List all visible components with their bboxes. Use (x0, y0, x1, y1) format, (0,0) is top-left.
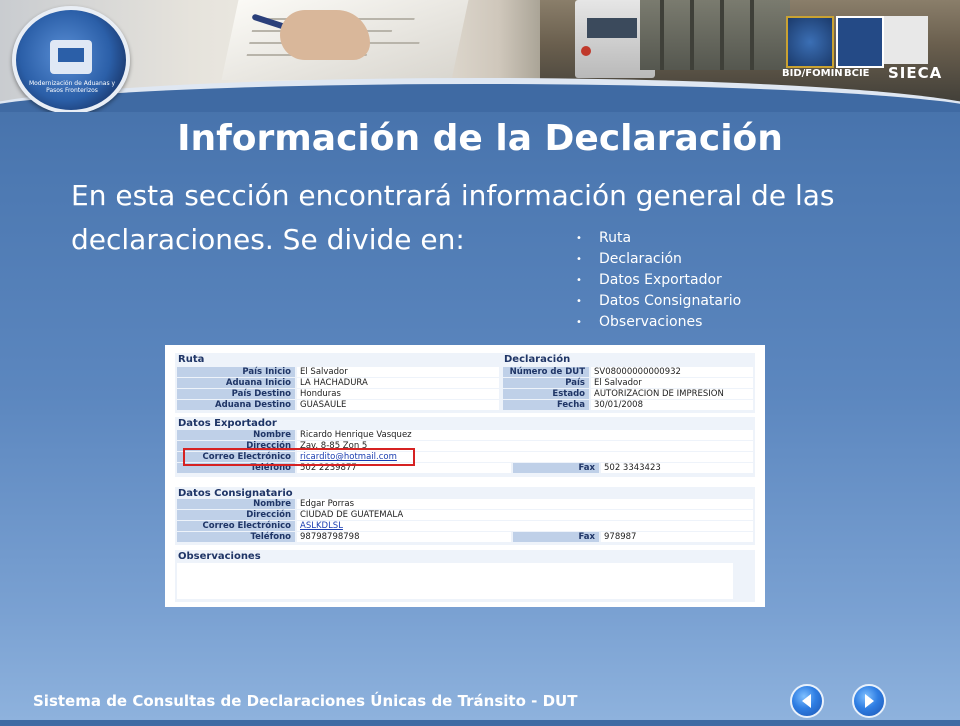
declaration-form-screenshot: Ruta País Inicio El Salvador Aduana Inic… (165, 345, 765, 607)
bcie-logo (836, 16, 884, 68)
bid-fomin-logo (786, 16, 834, 68)
sponsor-label-sieca: SIECA (888, 64, 943, 82)
field-value: GUASAULE (297, 400, 499, 410)
exportador-title: Datos Exportador (178, 418, 277, 429)
list-item: Datos Consignatario (576, 291, 741, 312)
hand-image (280, 10, 370, 60)
declaracion-panel: Declaración Número de DUT SV080000000009… (501, 353, 755, 413)
logo-text: Modernización de Aduanas y Pasos Fronter… (28, 80, 116, 94)
intro-line-2: declaraciones. Se divide en: (71, 223, 465, 256)
table-row: País Destino Honduras (177, 389, 499, 399)
consignatario-title: Datos Consignatario (178, 488, 293, 499)
ruta-title: Ruta (178, 354, 205, 365)
list-item: Observaciones (576, 312, 741, 333)
table-row: Estado AUTORIZACION DE IMPRESION (503, 389, 753, 399)
field-label: Fecha (503, 400, 589, 410)
next-slide-button[interactable] (852, 684, 886, 718)
table-row: Dirección CIUDAD DE GUATEMALA (177, 510, 753, 520)
section-list: Ruta Declaración Datos Exportador Datos … (576, 228, 741, 333)
arrow-left-icon (802, 694, 811, 708)
field-label: Estado (503, 389, 589, 399)
field-label: Fax (513, 532, 599, 542)
prev-slide-button[interactable] (790, 684, 824, 718)
field-label: Teléfono (177, 532, 295, 542)
intro-line-1: En esta sección encontrará información g… (71, 179, 835, 212)
highlight-box (183, 448, 415, 466)
table-row: Fecha 30/01/2008 (503, 400, 753, 410)
slide-title: Información de la Declaración (177, 118, 783, 159)
table-row: Correo Electrónico ASLKDLSL (177, 521, 753, 531)
field-label: Dirección (177, 510, 295, 520)
project-logo: Modernización de Aduanas y Pasos Fronter… (12, 6, 130, 112)
field-value: Edgar Porras (297, 499, 753, 509)
field-value: El Salvador (591, 378, 753, 388)
list-item: Declaración (576, 249, 741, 270)
table-row: País Inicio El Salvador (177, 367, 499, 377)
field-label: Aduana Destino (177, 400, 295, 410)
observaciones-panel: Observaciones (175, 550, 755, 602)
field-value: AUTORIZACION DE IMPRESION (591, 389, 753, 399)
slide-intro: En esta sección encontrará información g… (71, 174, 911, 262)
table-row: Nombre Edgar Porras (177, 499, 753, 509)
field-label: Número de DUT (503, 367, 589, 377)
declaracion-title: Declaración (504, 354, 571, 365)
exportador-panel: Datos Exportador Nombre Ricardo Henrique… (175, 417, 755, 477)
field-label: Aduana Inicio (177, 378, 295, 388)
field-value: 30/01/2008 (591, 400, 753, 410)
field-label: Nombre (177, 430, 295, 440)
sponsor-label-bcie: BCIE (844, 68, 870, 79)
field-value: LA HACHADURA (297, 378, 499, 388)
field-value: 978987 (601, 532, 753, 542)
field-label: País Destino (177, 389, 295, 399)
table-row: Teléfono 98798798798 Fax 978987 (177, 532, 753, 542)
observaciones-title: Observaciones (178, 551, 261, 562)
consignatario-panel: Datos Consignatario Nombre Edgar Porras … (175, 487, 755, 545)
table-row: Aduana Inicio LA HACHADURA (177, 378, 499, 388)
table-row: Número de DUT SV08000000000932 (503, 367, 753, 377)
table-row: Aduana Destino GUASAULE (177, 400, 499, 410)
field-label: Fax (513, 463, 599, 473)
table-row: País El Salvador (503, 378, 753, 388)
list-item: Ruta (576, 228, 741, 249)
truck-icon (50, 40, 92, 74)
ruta-panel: Ruta País Inicio El Salvador Aduana Inic… (175, 353, 501, 413)
observaciones-field (177, 563, 733, 599)
email-link[interactable]: ASLKDLSL (297, 521, 753, 531)
footer-text: Sistema de Consultas de Declaraciones Ún… (33, 692, 578, 710)
field-label: País (503, 378, 589, 388)
field-value: SV08000000000932 (591, 367, 753, 377)
field-label: Correo Electrónico (177, 521, 295, 531)
table-row: Nombre Ricardo Henrique Vasquez (177, 430, 753, 440)
arrow-right-icon (865, 694, 874, 708)
list-item: Datos Exportador (576, 270, 741, 291)
truck-trailer-image (640, 0, 790, 70)
field-value: CIUDAD DE GUATEMALA (297, 510, 753, 520)
sponsor-label-bid: BID/FOMIN (782, 68, 843, 79)
field-label: Nombre (177, 499, 295, 509)
field-value: El Salvador (297, 367, 499, 377)
field-value: Ricardo Henrique Vasquez (297, 430, 753, 440)
field-label: País Inicio (177, 367, 295, 377)
field-value: Honduras (297, 389, 499, 399)
sieca-logo (884, 16, 928, 64)
field-value: 502 3343423 (601, 463, 753, 473)
header-banner: BID/FOMIN BCIE SIECA Modernización de Ad… (0, 0, 960, 112)
field-value: 98798798798 (297, 532, 511, 542)
